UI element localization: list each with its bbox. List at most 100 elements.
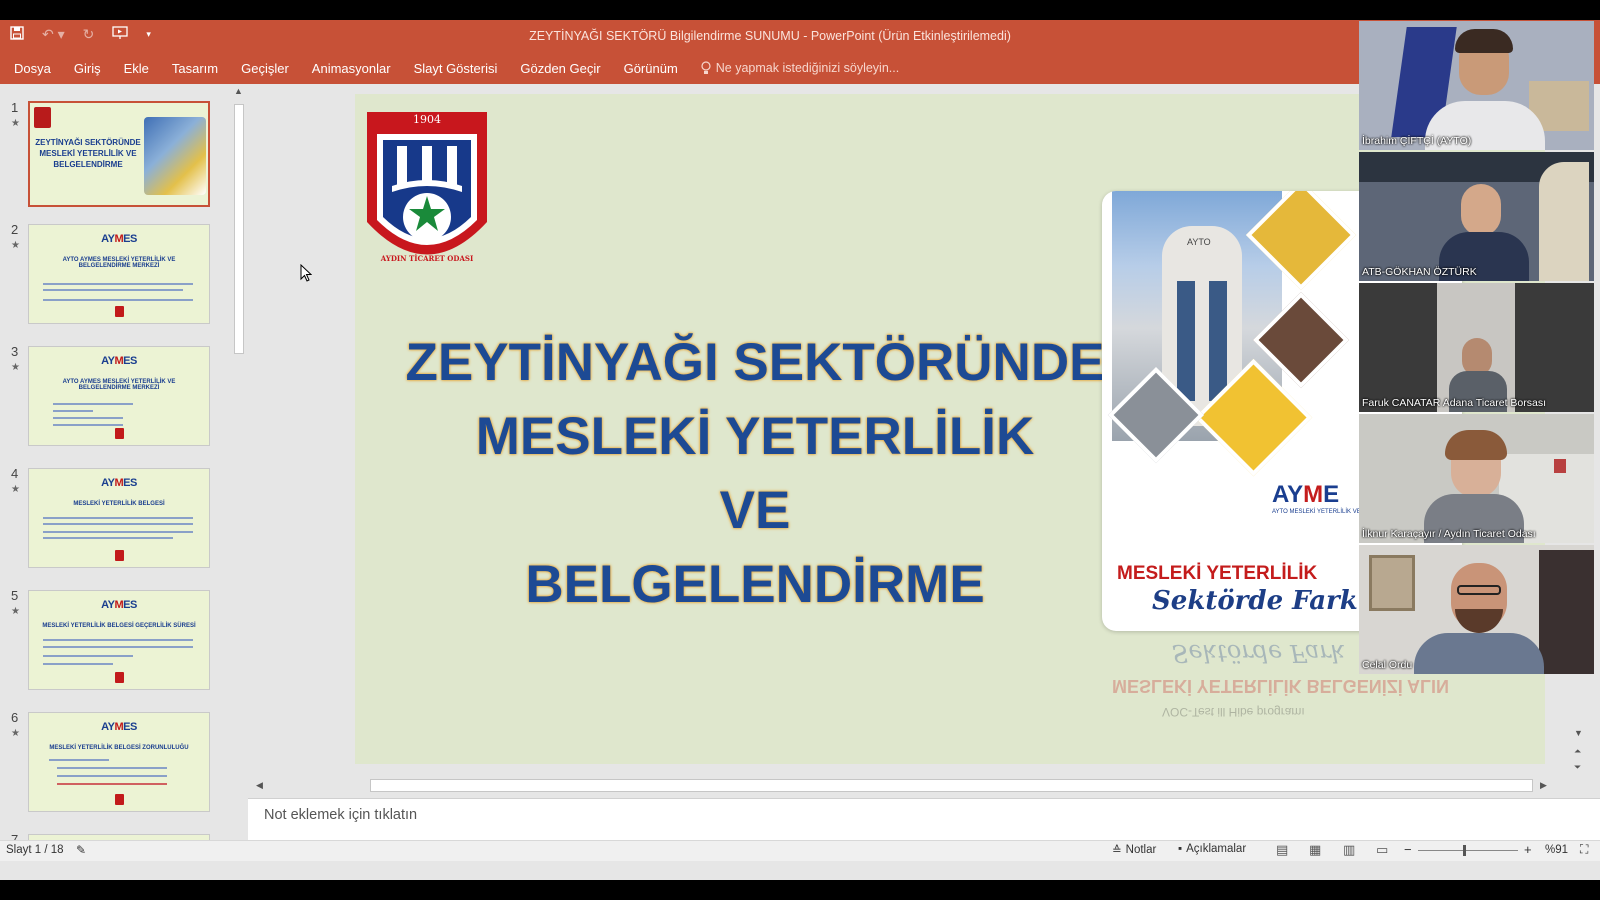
thumb-badge-icon — [115, 306, 124, 317]
thumb-text-line — [53, 417, 123, 419]
thumb-number: 3 — [11, 344, 19, 359]
fit-to-window-icon[interactable]: ⛶ — [1580, 842, 1588, 857]
scroll-right-icon[interactable]: ▶ — [1540, 780, 1547, 791]
scroll-left-icon[interactable]: ◀ — [256, 780, 263, 791]
thumb-badge-icon — [115, 550, 124, 561]
previous-slide-icon[interactable]: ⏶ — [1574, 746, 1581, 757]
thumb-brochure-image — [144, 117, 206, 195]
participant-video-5[interactable]: Celal Ordu — [1359, 545, 1594, 674]
screen-bottom-border — [0, 880, 1600, 900]
thumb-aymes-logo: AYMES — [101, 233, 137, 245]
tab-home[interactable]: Giriş — [74, 61, 101, 76]
slide-sorter-icon[interactable]: ▦ — [1309, 842, 1321, 858]
thumb-badge-icon — [115, 428, 124, 439]
reading-view-icon[interactable]: ▥ — [1343, 842, 1355, 858]
scroll-up-icon[interactable]: ▲ — [234, 86, 243, 96]
thumb-text-line — [43, 646, 193, 648]
thumb-aymes-logo: AYMES — [101, 355, 137, 367]
thumb-title: MESLEKİ YETERLİLİK BELGESİ GEÇERLİLİK SÜ… — [42, 623, 196, 629]
transition-star-icon: ★ — [11, 362, 20, 373]
zoom-level[interactable]: %91 — [1545, 844, 1568, 856]
logo-text: AYDIN TİCARET ODASI — [380, 254, 474, 263]
thumb-text-line — [43, 537, 173, 539]
thumb-logo-icon — [34, 107, 51, 128]
normal-view-icon[interactable]: ▤ — [1276, 842, 1288, 858]
thumb-number: 2 — [11, 222, 19, 237]
scroll-down-icon[interactable]: ▼ — [1574, 728, 1583, 738]
thumb-aymes-logo: AYMES — [101, 477, 137, 489]
brochure-headline: MESLEKİ YETERLİLİK — [1117, 563, 1318, 584]
thumb-title: AYTO AYMES MESLEKİ YETERLİLİK VE BELGELE… — [62, 379, 176, 391]
thumb-badge-icon — [115, 672, 124, 683]
tab-insert[interactable]: Ekle — [124, 61, 149, 76]
title-line-2: MESLEKİ YETERLİLİK — [475, 407, 1035, 466]
slide-thumbnail-5[interactable]: AYMES MESLEKİ YETERLİLİK BELGESİ GEÇERLİ… — [28, 590, 210, 690]
building-sign: AYTO — [1187, 237, 1211, 247]
slide-thumbnail-3[interactable]: AYMES AYTO AYMES MESLEKİ YETERLİLİK VE B… — [28, 346, 210, 446]
thumb-text-line — [49, 759, 109, 761]
thumb-text-line — [43, 663, 113, 665]
logo-year: 1904 — [413, 113, 441, 126]
aymes-logo: AYME — [1272, 481, 1340, 508]
slide-thumbnail-1[interactable]: ZEYTİNYAĞI SEKTÖRÜNDE MESLEKİ YETERLİLİK… — [28, 101, 210, 207]
participant-video-1[interactable]: İbrahim ÇİFTÇİ (AYTO) — [1359, 21, 1594, 150]
status-bar: Slayt 1 / 18 ✎ ≙ Notlar ▪ Açıklamalar ▤ ▦ … — [0, 840, 1600, 861]
lightbulb-icon — [701, 61, 711, 74]
comment-icon: ▪ — [1178, 843, 1183, 855]
tab-design[interactable]: Tasarım — [172, 61, 218, 76]
thumb-text-line — [43, 299, 193, 301]
slide-title[interactable]: ZEYTİNYAĞI SEKTÖRÜNDE MESLEKİ YETERLİLİK… — [375, 326, 1135, 622]
participant-video-3[interactable]: Faruk CANATAR Adana Ticaret Borsası — [1359, 283, 1594, 412]
thumb-title: MESLEKİ YETERLİLİK BELGESİ ZORUNLULUĞU — [49, 745, 189, 751]
participant-video-4[interactable]: İlknur Karaçayır / Aydın Ticaret Odası — [1359, 414, 1594, 543]
slide-thumbnails-pane: 1 ★ ZEYTİNYAĞI SEKTÖRÜNDE MESLEKİ YETERL… — [0, 84, 230, 860]
thumb-text-line — [57, 775, 167, 777]
zoom-slider-handle[interactable] — [1463, 845, 1466, 856]
thumbnails-scroll-thumb[interactable] — [234, 104, 244, 354]
tab-transitions[interactable]: Geçişler — [241, 61, 289, 76]
thumb-text-line — [53, 410, 93, 412]
spelling-icon[interactable]: ✎ — [76, 843, 86, 857]
transition-star-icon: ★ — [11, 240, 20, 251]
title-line-1: ZEYTİNYAĞI SEKTÖRÜNDE — [405, 333, 1105, 392]
notes-placeholder: Not eklemek için tıklatın — [264, 807, 418, 823]
tab-view[interactable]: Görünüm — [624, 61, 678, 76]
next-slide-icon[interactable]: ⏷ — [1574, 762, 1581, 773]
tab-review[interactable]: Gözden Geçir — [520, 61, 600, 76]
thumb-number: 4 — [11, 466, 19, 481]
horizontal-scroll-thumb[interactable] — [370, 779, 1533, 792]
participant-name: Faruk CANATAR Adana Ticaret Borsası — [1362, 397, 1547, 409]
powerpoint-window: ↶ ▾ ↻ ▾ ZEYTİNYAĞI SEKTÖRÜ Bilgilendirme… — [0, 20, 1600, 880]
thumb-text-line — [43, 523, 193, 525]
slide-thumbnail-4[interactable]: AYMES MESLEKİ YETERLİLİK BELGESİ — [28, 468, 210, 568]
thumb-text-line — [43, 639, 193, 641]
thumb-title: MESLEKİ YETERLİLİK BELGESİ — [73, 501, 165, 507]
transition-star-icon: ★ — [11, 728, 20, 739]
thumb-text-line — [43, 289, 183, 291]
thumb-text-line — [43, 655, 133, 657]
tell-me-box[interactable]: Ne yapmak istediğinizi söyleyin... — [701, 61, 899, 75]
slide-nav-buttons: ▼ ⏶ ⏷ — [1570, 720, 1590, 800]
thumb-text-line — [43, 283, 193, 285]
comments-button[interactable]: ▪ Açıklamalar — [1178, 843, 1246, 855]
slide-thumbnail-2[interactable]: AYMES AYTO AYMES MESLEKİ YETERLİLİK VE B… — [28, 224, 210, 324]
zoom-in-icon[interactable]: + — [1524, 842, 1532, 857]
tab-slide-show[interactable]: Slayt Gösterisi — [414, 61, 498, 76]
brochure-subline: Sektörde Fark — [1152, 586, 1358, 616]
thumbnails-scrollbar[interactable]: ▲ ▼ — [230, 84, 248, 860]
notes-pane[interactable]: Not eklemek için tıklatın — [248, 798, 1600, 841]
tab-file[interactable]: Dosya — [14, 61, 51, 76]
horizontal-scrollbar[interactable]: ◀ ▶ — [250, 777, 1555, 795]
notes-button[interactable]: ≙ Notlar — [1112, 843, 1156, 857]
slide-thumbnail-6[interactable]: AYMES MESLEKİ YETERLİLİK BELGESİ ZORUNLU… — [28, 712, 210, 812]
zoom-slider[interactable] — [1418, 850, 1518, 851]
thumb-aymes-logo: AYMES — [101, 599, 137, 611]
slide-show-icon[interactable]: ▭ — [1376, 842, 1388, 858]
transition-star-icon: ★ — [11, 484, 20, 495]
tab-animations[interactable]: Animasyonlar — [312, 61, 391, 76]
thumb-aymes-logo: AYMES — [101, 721, 137, 733]
thumb-number: 6 — [11, 710, 19, 725]
screen-top-border — [0, 0, 1600, 20]
zoom-out-icon[interactable]: − — [1404, 842, 1412, 857]
participant-video-2[interactable]: ATB-GÖKHAN ÖZTÜRK — [1359, 152, 1594, 281]
